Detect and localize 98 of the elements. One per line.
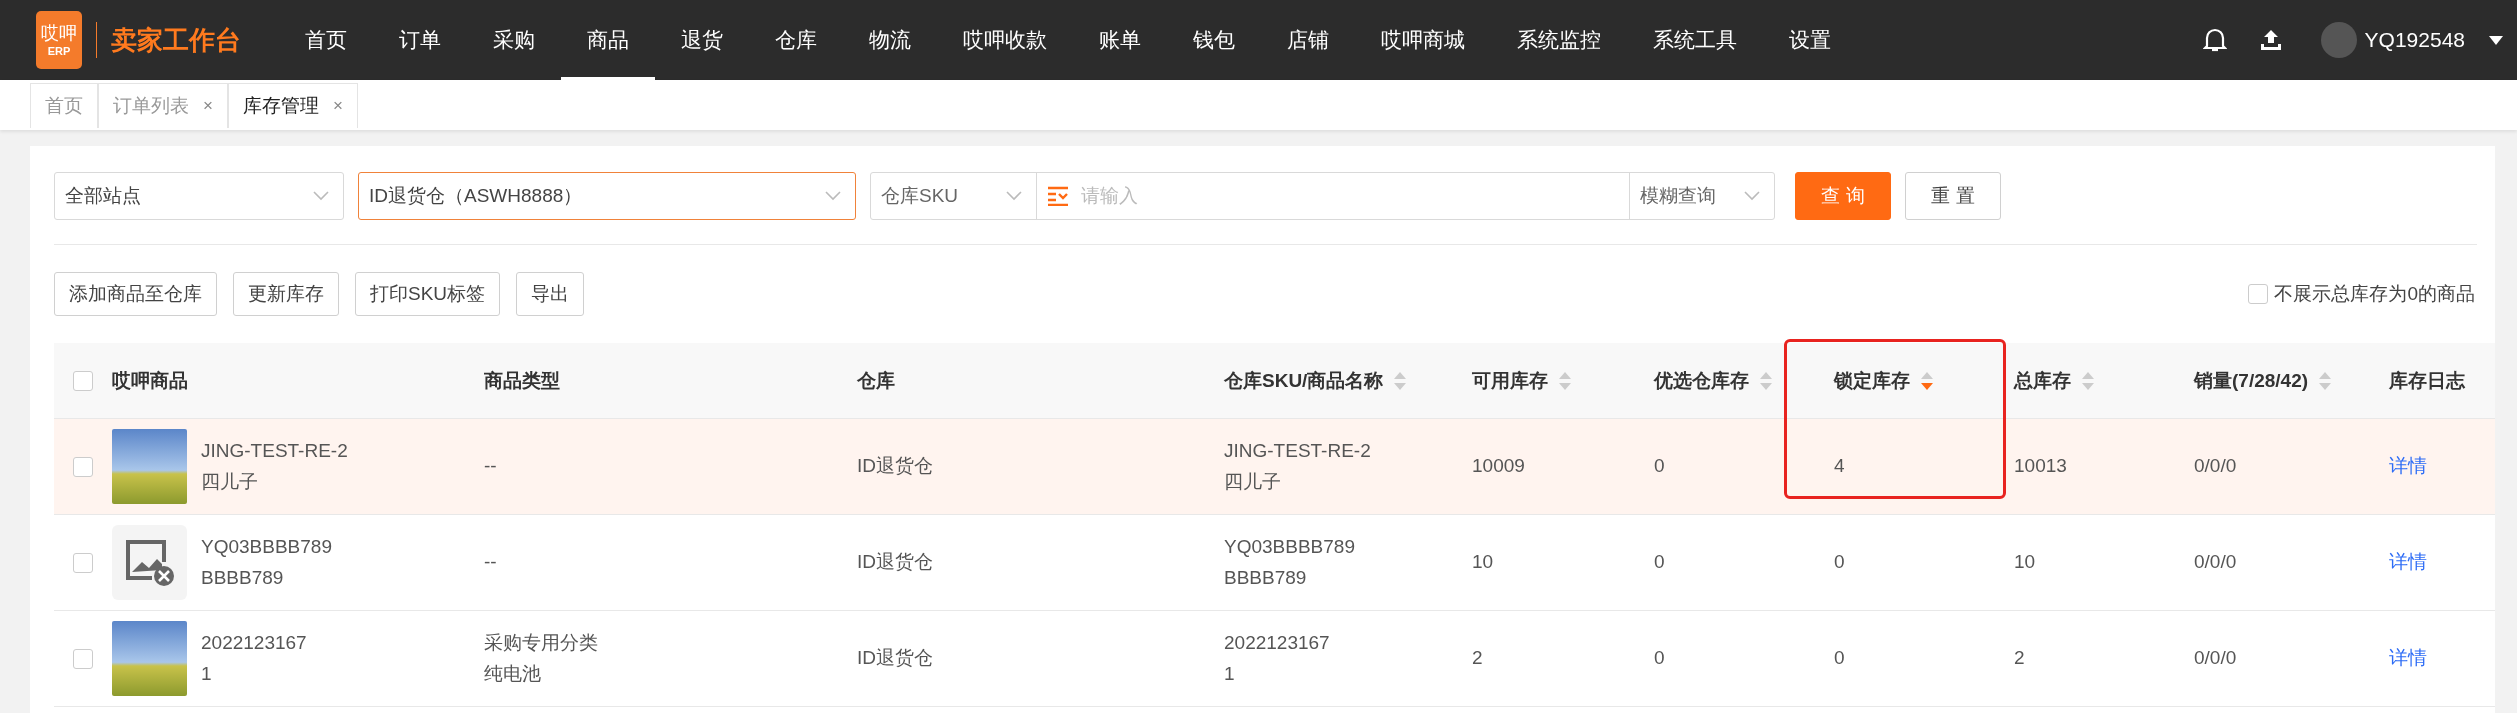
- sort-icon[interactable]: [1920, 370, 1934, 391]
- column-header[interactable]: 销量(7/28/42): [2194, 367, 2309, 394]
- details-link[interactable]: 详情: [2389, 455, 2495, 478]
- details-link[interactable]: 详情: [2389, 551, 2495, 574]
- table-cell-text: 10013: [2014, 455, 2068, 478]
- table-cell-text: 10: [1472, 551, 1495, 574]
- chevron-down-icon: [825, 191, 841, 201]
- column-header[interactable]: 优选仓库存: [1654, 367, 1749, 394]
- table-cell-text: --: [484, 551, 498, 574]
- sort-icon[interactable]: [1558, 370, 1572, 391]
- table-cell-text: 10: [2014, 551, 2037, 574]
- table-cell-text: 1: [1224, 662, 1236, 686]
- column-header[interactable]: 总库存: [2014, 367, 2071, 394]
- table-cell-text: 纯电池: [484, 662, 542, 686]
- nav-item[interactable]: 钱包: [1167, 0, 1261, 80]
- site-select[interactable]: 全部站点: [54, 172, 344, 220]
- tab-label: 首页: [45, 94, 83, 118]
- checkbox[interactable]: [73, 648, 93, 669]
- product-text: JING-TEST-RE-2: [201, 439, 348, 463]
- table-cell-text: 0/0/0: [2194, 455, 2238, 478]
- column-header: 库存日志: [2389, 368, 2465, 393]
- table-row[interactable]: YQ03BBBB789 BBBB789 -- ID退货仓 YQ03BBBB789 BBBB789 10 0 0 10 0/0/0 详情: [54, 515, 2495, 611]
- action-button[interactable]: 添加商品至仓库: [54, 272, 217, 316]
- nav-item[interactable]: 系统监控: [1491, 0, 1627, 80]
- table-cell-text: 0: [1654, 647, 1666, 670]
- nav-item[interactable]: 订单: [373, 0, 467, 80]
- table-cell-text: 2022123167: [1224, 631, 1331, 655]
- nav-item[interactable]: 哎呷收款: [937, 0, 1073, 80]
- table-cell-text: 0: [1654, 551, 1666, 574]
- nav-item[interactable]: 系统工具: [1627, 0, 1763, 80]
- table-cell-text: 2: [1472, 647, 1484, 670]
- table-cell-text: 四儿子: [1224, 470, 1282, 494]
- nav-item[interactable]: 采购: [467, 0, 561, 80]
- nav-item[interactable]: 首页: [279, 0, 373, 80]
- nav-item[interactable]: 设置: [1763, 0, 1857, 80]
- table-cell-text: 2: [2014, 647, 2026, 670]
- upload-icon[interactable]: [2258, 28, 2283, 52]
- product-text: YQ03BBBB789: [201, 535, 332, 559]
- user-avatar[interactable]: [2320, 22, 2357, 58]
- chevron-down-icon: [313, 191, 329, 201]
- tab-label: 库存管理: [242, 94, 319, 118]
- app-title: 卖家工作台: [111, 23, 241, 57]
- page-tab[interactable]: 订单列表 ×: [98, 83, 228, 128]
- table-cell-text: ID退货仓: [857, 551, 934, 574]
- table-cell-text: BBBB789: [1224, 566, 1308, 590]
- checkbox[interactable]: [73, 552, 93, 573]
- table-cell-text: 10009: [1472, 455, 1526, 478]
- details-link[interactable]: 详情: [2389, 647, 2495, 670]
- action-button[interactable]: 打印SKU标签: [355, 272, 501, 316]
- nav-item[interactable]: 哎呷商城: [1355, 0, 1491, 80]
- sort-icon[interactable]: [2318, 370, 2333, 391]
- nav-item[interactable]: 店铺: [1261, 0, 1355, 80]
- column-header[interactable]: 锁定库存: [1834, 367, 1910, 394]
- column-header[interactable]: 可用库存: [1472, 367, 1548, 394]
- action-button[interactable]: 导出: [516, 272, 585, 316]
- checkbox[interactable]: [2248, 284, 2269, 304]
- action-button[interactable]: 更新库存: [233, 272, 339, 316]
- bell-icon[interactable]: [2202, 27, 2227, 53]
- column-header: 仓库: [857, 368, 895, 393]
- reset-button[interactable]: 重 置: [1905, 172, 2001, 220]
- product-text: 1: [201, 662, 213, 686]
- table-cell-text: --: [484, 455, 498, 478]
- sort-icon[interactable]: [1393, 370, 1408, 391]
- close-icon[interactable]: ×: [332, 96, 343, 116]
- table-cell-text: YQ03BBBB789: [1224, 535, 1356, 559]
- warehouse-select[interactable]: ID退货仓（ASWH8888）: [358, 172, 856, 220]
- product-text: 四儿子: [201, 470, 259, 494]
- column-header: 商品类型: [484, 368, 560, 393]
- table-row[interactable]: JING-TEST-RE-2 四儿子 -- ID退货仓 JING-TEST-RE-2 四儿子 10009 0 4 10013 0/0/0 详情: [54, 419, 2495, 515]
- table-cell-text: ID退货仓: [857, 455, 934, 478]
- table-cell-text: 采购专用分类: [484, 631, 599, 655]
- caret-down-icon[interactable]: [2489, 35, 2503, 45]
- nav-item[interactable]: 仓库: [749, 0, 843, 80]
- close-icon[interactable]: ×: [203, 96, 213, 116]
- sort-icon[interactable]: [2081, 370, 2095, 391]
- column-header: 哎呷商品: [112, 368, 188, 393]
- checkbox-label: 不展示总库存为0的商品: [2274, 282, 2475, 306]
- nav-item[interactable]: 账单: [1073, 0, 1167, 80]
- page-tab[interactable]: 库存管理 ×: [227, 83, 358, 128]
- table-cell-text: 4: [1834, 455, 1846, 478]
- nav-item[interactable]: 物流: [843, 0, 937, 80]
- table-cell-text: 0: [1834, 647, 1846, 670]
- table-cell-text: 0: [1654, 455, 1666, 478]
- nav-item[interactable]: 退货: [655, 0, 749, 80]
- column-header[interactable]: 仓库SKU/商品名称: [1224, 367, 1384, 394]
- table-cell-text: ID退货仓: [857, 647, 934, 670]
- user-name[interactable]: YQ192548: [2364, 28, 2465, 52]
- sort-icon[interactable]: [1759, 370, 1773, 391]
- product-text: 2022123167: [201, 631, 307, 655]
- product-text: BBBB789: [201, 566, 285, 590]
- table-row[interactable]: 2022123167 1 采购专用分类 纯电池 ID退货仓 2022123167 1 2 0 0 2 0/0/0 详情: [54, 611, 2495, 707]
- table-cell-text: JING-TEST-RE-2: [1224, 439, 1372, 463]
- table-cell-text: 0/0/0: [2194, 647, 2238, 670]
- table-cell-text: 0/0/0: [2194, 551, 2238, 574]
- table-cell-text: 0: [1834, 551, 1846, 574]
- tab-label: 订单列表: [113, 94, 189, 118]
- checkbox[interactable]: [73, 370, 93, 391]
- checkbox[interactable]: [73, 456, 93, 477]
